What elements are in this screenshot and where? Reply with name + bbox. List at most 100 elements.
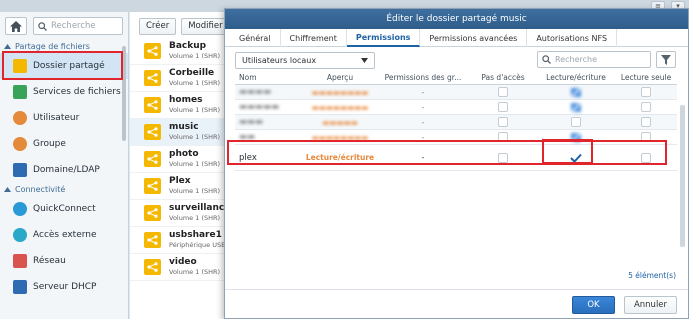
create-button[interactable]: Créer [139, 17, 177, 35]
permissions-search-box[interactable] [537, 51, 651, 68]
share-volume: Volume 1 (SHR) [169, 160, 221, 168]
column-header-name[interactable]: Nom [235, 73, 303, 82]
sidebar-item-file-services[interactable]: Services de fichiers [0, 79, 128, 105]
sidebar-item-quickconnect[interactable]: QuickConnect [0, 196, 128, 222]
read-write-checkbox[interactable] [571, 117, 581, 127]
redacted-user-name: ▬▬▬▬ [239, 87, 272, 97]
control-panel-sidebar: Partage de fichiers Dossier partagé Serv… [0, 12, 129, 319]
table-row-redacted[interactable]: ▬▬ ▬▬▬▬▬▬▬▬ - [235, 130, 677, 145]
share-name: homes [169, 95, 203, 105]
share-row-homes[interactable]: homes Volume 1 (SHR) [130, 92, 225, 119]
cancel-button[interactable]: Annuler [624, 296, 677, 314]
table-scrollbar[interactable] [680, 105, 685, 247]
share-name: usbshare1 [169, 230, 222, 240]
collapse-chevron-icon [4, 44, 11, 49]
search-icon [542, 55, 551, 64]
table-row-redacted[interactable]: ▬▬▬▬ ▬▬▬▬▬▬▬▬ - [235, 85, 677, 100]
share-row-backup[interactable]: Backup Volume 1 (SHR) [130, 38, 225, 65]
tab-encryption[interactable]: Chiffrement [281, 29, 347, 47]
share-row-music[interactable]: music Volume 1 (SHR) [130, 119, 225, 146]
sidebar-item-domain-ldap[interactable]: Domaine/LDAP [0, 157, 128, 183]
shared-folder-icon [144, 151, 161, 167]
sidebar-item-label: Serveur DHCP [33, 282, 97, 292]
sidebar-item-network[interactable]: Réseau [0, 248, 128, 274]
group-icon [13, 137, 27, 151]
share-row-usbshare1[interactable]: usbshare1 Périphérique USB [130, 227, 226, 254]
share-name: video [169, 257, 197, 267]
sidebar-item-dhcp-server[interactable]: Serveur DHCP [0, 274, 128, 300]
column-header-read-only[interactable]: Lecture seule [615, 73, 677, 82]
shared-folder-icon [144, 259, 161, 275]
file-services-icon [13, 85, 27, 99]
no-access-checkbox[interactable] [498, 117, 508, 127]
checkmark-icon[interactable] [570, 153, 582, 163]
redacted-preview: ▬▬▬▬▬▬▬▬ [311, 132, 369, 142]
modify-button[interactable]: Modifier [181, 17, 230, 35]
shared-folder-icon [144, 97, 161, 113]
no-access-checkbox[interactable] [498, 102, 508, 112]
sidebar-search-input[interactable] [51, 21, 121, 31]
no-access-checkbox-plex[interactable] [498, 152, 508, 163]
redacted-checkbox [571, 102, 581, 112]
column-header-group-permissions[interactable]: Permissions des gr... [377, 73, 469, 82]
table-row-redacted[interactable]: ▬▬▬ ▬▬▬▬▬ - [235, 115, 677, 130]
share-row-corbeille[interactable]: Corbeille Volume 1 (SHR) [130, 65, 225, 92]
redacted-checkbox [571, 132, 581, 142]
section-connectivity[interactable]: Connectivité [0, 183, 128, 196]
sidebar-item-shared-folder[interactable]: Dossier partagé [0, 53, 128, 79]
sidebar-item-external-access[interactable]: Accès externe [0, 222, 128, 248]
table-row-redacted[interactable]: ▬▬▬▬▬ ▬▬▬▬▬▬▬▬ - [235, 100, 677, 115]
permissions-search-input[interactable] [555, 55, 645, 64]
preview-plex: Lecture/écriture [305, 153, 375, 162]
tab-advanced-permissions[interactable]: Permissions avancées [420, 29, 528, 47]
share-name: Backup [169, 41, 207, 51]
read-only-checkbox-plex[interactable] [641, 152, 651, 163]
column-header-preview[interactable]: Aperçu [303, 73, 377, 82]
group-permission-plex: - [421, 153, 425, 162]
share-row-plex[interactable]: Plex Volume 1 (SHR) [130, 173, 225, 200]
no-access-checkbox[interactable] [498, 132, 508, 142]
read-only-checkbox[interactable] [641, 102, 651, 112]
section-file-sharing[interactable]: Partage de fichiers [0, 40, 128, 53]
home-button[interactable] [5, 17, 27, 35]
tab-general[interactable]: Général [230, 29, 281, 47]
sidebar-item-label: Dossier partagé [33, 61, 105, 71]
sidebar-item-user[interactable]: Utilisateur [0, 105, 128, 131]
permissions-toolbar: Utilisateurs locaux [225, 47, 688, 73]
sidebar-item-label: Réseau [33, 256, 66, 266]
read-only-checkbox[interactable] [641, 117, 651, 127]
sidebar-item-label: Groupe [33, 139, 66, 149]
group-permission-value: - [421, 87, 425, 97]
tab-nfs-permissions[interactable]: Autorisations NFS [527, 29, 618, 47]
shared-folder-icon [144, 232, 161, 248]
read-only-checkbox[interactable] [641, 87, 651, 97]
redacted-checkbox [571, 87, 581, 97]
tab-permissions[interactable]: Permissions [346, 29, 421, 47]
column-header-read-write[interactable]: Lecture/écriture [537, 73, 615, 82]
list-toolbar: Créer Modifier [130, 12, 230, 40]
no-access-checkbox[interactable] [498, 87, 508, 97]
share-row-surveillance[interactable]: surveillance Volume 1 (SHR) [130, 200, 230, 227]
user-type-select[interactable]: Utilisateurs locaux [235, 51, 375, 69]
shared-folder-list-panel: Créer Modifier Backup Volume 1 (SHR) Corb… [130, 12, 230, 319]
filter-icon [661, 54, 671, 65]
filter-button[interactable] [656, 51, 676, 68]
share-row-video[interactable]: video Volume 1 (SHR) [130, 254, 225, 281]
column-header-no-access[interactable]: Pas d'accès [469, 73, 537, 82]
shared-folder-icon [144, 70, 161, 86]
share-volume: Volume 1 (SHR) [169, 52, 221, 60]
redacted-user-name: ▬▬▬ [239, 117, 264, 127]
sidebar-search-box[interactable] [33, 17, 123, 35]
item-count: 5 élément(s) [628, 271, 676, 280]
share-row-photo[interactable]: photo Volume 1 (SHR) [130, 146, 225, 173]
share-volume: Périphérique USB [169, 241, 226, 249]
sidebar-item-label: Services de fichiers [33, 87, 121, 97]
user-icon [13, 111, 27, 125]
sidebar-item-group[interactable]: Groupe [0, 131, 128, 157]
share-volume: Volume 1 (SHR) [169, 187, 221, 195]
share-volume: Volume 1 (SHR) [169, 133, 221, 141]
read-only-checkbox[interactable] [641, 132, 651, 142]
ok-button[interactable]: OK [572, 296, 615, 314]
table-row-plex[interactable]: plex Lecture/écriture - [235, 145, 677, 171]
sidebar-scrollbar[interactable] [122, 46, 126, 141]
